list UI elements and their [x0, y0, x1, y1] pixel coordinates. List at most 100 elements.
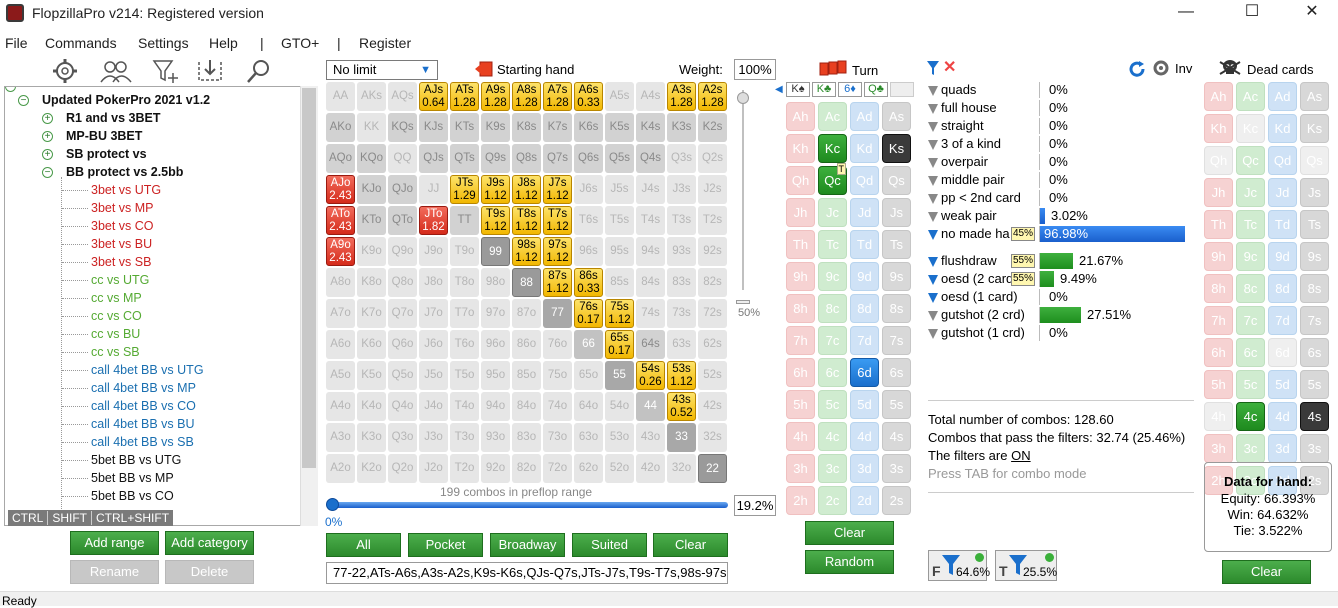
delete-button[interactable]: Delete	[165, 560, 254, 584]
hand-cell[interactable]: J8s 1.12	[512, 175, 541, 204]
hand-cell[interactable]: 76o	[543, 330, 572, 359]
hand-cell[interactable]: T7o	[450, 299, 479, 328]
collapse-icon[interactable]: −	[18, 95, 29, 106]
card-Tc[interactable]: Tc	[818, 230, 847, 259]
filter-toggle-icon[interactable]	[928, 293, 938, 303]
hand-cell[interactable]: 52s	[698, 361, 727, 390]
hand-cell[interactable]: KJs	[419, 113, 448, 142]
card-As[interactable]: As	[882, 102, 911, 131]
hand-cell[interactable]: 98s 1.12	[512, 237, 541, 266]
card-Ts[interactable]: Ts	[1300, 210, 1329, 239]
turn-clear-button[interactable]: Clear	[805, 521, 894, 545]
hand-cell[interactable]: A6s 0.33	[574, 82, 603, 111]
card-Kc[interactable]: Kc	[818, 134, 847, 163]
hand-cell[interactable]: K3o	[357, 423, 386, 452]
turn-filter-button[interactable]: T 25.5%	[995, 550, 1057, 581]
filter-weight-badge[interactable]: 55%	[1011, 272, 1036, 286]
tree-item[interactable]: 5bet BB vs CO	[91, 489, 174, 503]
filter-label[interactable]: overpair	[941, 154, 988, 169]
card-9h[interactable]: 9h	[786, 262, 815, 291]
hand-cell[interactable]: 44	[636, 392, 665, 421]
hand-cell[interactable]: T2s	[698, 206, 727, 235]
hand-cell[interactable]: 75s 1.12	[605, 299, 634, 328]
card-Jc[interactable]: Jc	[818, 198, 847, 227]
hand-cell[interactable]: Q9o	[388, 237, 417, 266]
tree-item[interactable]: cc vs SB	[91, 345, 140, 359]
range-pct-slider[interactable]	[326, 498, 728, 511]
hand-cell[interactable]: K2o	[357, 454, 386, 483]
hand-cell[interactable]: J5o	[419, 361, 448, 390]
filter-label[interactable]: gutshot (2 crd)	[941, 307, 1025, 322]
filter-toggle-icon[interactable]	[928, 86, 938, 96]
filter-toggle-icon[interactable]	[928, 275, 938, 285]
hand-cell[interactable]: 94o	[481, 392, 510, 421]
card-Js[interactable]: Js	[882, 198, 911, 227]
hand-cell[interactable]: Q5o	[388, 361, 417, 390]
hand-cell[interactable]: 85s	[605, 268, 634, 297]
filter-label[interactable]: oesd (2 card	[941, 271, 1013, 286]
hand-cell[interactable]: J9s 1.12	[481, 175, 510, 204]
card-Qh[interactable]: Qh	[786, 166, 815, 195]
card-3c[interactable]: 3c	[818, 454, 847, 483]
select-broadway-button[interactable]: Broadway	[490, 533, 565, 557]
tree-group[interactable]: MP-BU 3BET	[66, 129, 142, 143]
card-4s[interactable]: 4s	[882, 422, 911, 451]
card-5h[interactable]: 5h	[786, 390, 815, 419]
filter-label[interactable]: full house	[941, 100, 997, 115]
card-7h[interactable]: 7h	[786, 326, 815, 355]
tree-scroll-thumb[interactable]	[302, 88, 316, 468]
card-6d[interactable]: 6d	[850, 358, 879, 387]
card-7c[interactable]: 7c	[1236, 306, 1265, 335]
filter-toggle-icon[interactable]	[928, 257, 938, 267]
hand-cell[interactable]: 87s 1.12	[543, 268, 572, 297]
hand-cell[interactable]: K6s	[574, 113, 603, 142]
filter-toggle-icon[interactable]	[928, 194, 938, 204]
hand-cell[interactable]: Q6o	[388, 330, 417, 359]
hand-cell[interactable]: K8s	[512, 113, 541, 142]
card-4d[interactable]: 4d	[850, 422, 879, 451]
menu-help[interactable]: Help	[209, 35, 238, 51]
card-5d[interactable]: 5d	[1268, 370, 1297, 399]
hand-cell[interactable]: 64s	[636, 330, 665, 359]
hand-cell[interactable]: K5o	[357, 361, 386, 390]
weight-slider-thumb[interactable]	[737, 92, 749, 104]
hand-cell[interactable]: 72s	[698, 299, 727, 328]
hand-cell[interactable]: 74o	[543, 392, 572, 421]
filter-label[interactable]: quads	[941, 82, 976, 97]
card-Qs[interactable]: Qs	[1300, 146, 1329, 175]
hand-cell[interactable]: K5s	[605, 113, 634, 142]
weight-input[interactable]: 100%	[734, 59, 776, 80]
card-4d[interactable]: 4d	[1268, 402, 1297, 431]
hand-cell[interactable]: 98o	[481, 268, 510, 297]
menu-gto[interactable]: GTO+	[281, 35, 319, 51]
hand-cell[interactable]: Q7s	[543, 144, 572, 173]
hand-cell[interactable]: A3o	[326, 423, 355, 452]
hand-cell[interactable]: 73o	[543, 423, 572, 452]
tree-group[interactable]: BB protect vs 2.5bb	[66, 165, 183, 179]
hand-cell[interactable]: T5o	[450, 361, 479, 390]
card-4c[interactable]: 4c	[1236, 402, 1265, 431]
refresh-icon[interactable]	[1128, 60, 1146, 78]
card-5c[interactable]: 5c	[1236, 370, 1265, 399]
mod-ctrl[interactable]: CTRL	[8, 511, 47, 525]
filter-weight-badge[interactable]: 55%	[1011, 254, 1036, 268]
hand-cell[interactable]: 95s	[605, 237, 634, 266]
hand-cell[interactable]: 96o	[481, 330, 510, 359]
card-Ac[interactable]: Ac	[818, 102, 847, 131]
hand-cell[interactable]: JJ	[419, 175, 448, 204]
hand-cell[interactable]: AJo 2.43	[326, 175, 355, 204]
card-6s[interactable]: 6s	[882, 358, 911, 387]
hand-cell[interactable]: A4o	[326, 392, 355, 421]
card-6c[interactable]: 6c	[1236, 338, 1265, 367]
collapse-icon[interactable]: −	[5, 87, 16, 92]
clear-range-button[interactable]: Clear	[653, 533, 728, 557]
hand-cell[interactable]: 75o	[543, 361, 572, 390]
card-Jd[interactable]: Jd	[1268, 178, 1297, 207]
hand-cell[interactable]: J5s	[605, 175, 634, 204]
card-9s[interactable]: 9s	[1300, 242, 1329, 271]
hand-cell[interactable]: T6o	[450, 330, 479, 359]
select-suited-button[interactable]: Suited	[572, 533, 647, 557]
hand-cell[interactable]: KJo	[357, 175, 386, 204]
hand-cell[interactable]: T8s 1.12	[512, 206, 541, 235]
card-8d[interactable]: 8d	[1268, 274, 1297, 303]
